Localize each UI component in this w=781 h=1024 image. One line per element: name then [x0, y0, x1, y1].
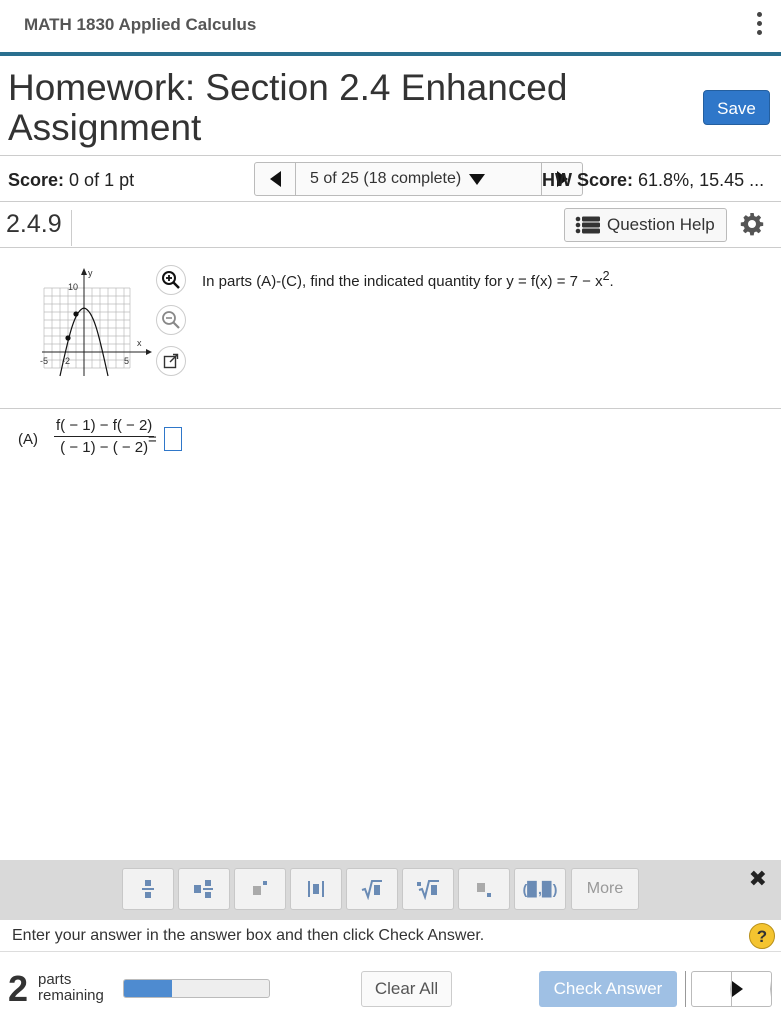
parts-label-line2: remaining [38, 987, 104, 1004]
absolute-value-icon [308, 881, 324, 897]
mixed-number-icon [194, 880, 213, 898]
answer-input[interactable] [164, 427, 182, 451]
arrow-left-icon [269, 171, 281, 187]
divider [685, 971, 686, 1007]
homework-header: Homework: Section 2.4 Enhanced Assignmen… [0, 60, 781, 156]
zoom-in-button[interactable] [156, 265, 186, 295]
question-select-dropdown[interactable]: 5 of 25 (18 complete) [296, 163, 542, 195]
question-prompt-text: In parts (A)-(C), find the indicated qua… [202, 273, 603, 290]
exponent-button[interactable] [234, 868, 286, 910]
zoom-out-icon [162, 311, 180, 329]
graph-x-label: x [137, 338, 142, 348]
part-label: (A) [18, 431, 38, 448]
footer-question-nav [691, 971, 772, 1007]
instructions-bar: Enter your answer in the answer box and … [0, 920, 781, 952]
part-a: (A) f( − 1) − f( − 2) ( − 1) − ( − 2) = [18, 417, 318, 467]
clear-all-button[interactable]: Clear All [361, 971, 452, 1007]
zoom-in-icon [162, 271, 180, 289]
parts-remaining-label: parts remaining [38, 972, 104, 1004]
subscript-button[interactable] [458, 868, 510, 910]
square-root-icon [361, 880, 382, 900]
instructions-text: Enter your answer in the answer box and … [12, 927, 485, 944]
kebab-menu-icon[interactable] [755, 12, 763, 42]
previous-question-button[interactable] [255, 163, 296, 195]
question-navigator: 5 of 25 (18 complete) [254, 162, 583, 196]
interval-button[interactable]: (▉,▉) [514, 868, 566, 910]
help-icon[interactable]: ? [749, 923, 775, 949]
question-position: 5 of 25 (18 complete) [310, 170, 462, 187]
exponent-icon [253, 881, 267, 895]
graph-x-tick: -2 [62, 356, 70, 366]
score-label: Score: [8, 170, 65, 190]
external-link-icon [163, 353, 179, 369]
list-icon [575, 216, 600, 234]
popout-button[interactable] [156, 346, 186, 376]
fraction-numerator: f( − 1) − f( − 2) [54, 417, 155, 437]
course-title: MATH 1830 Applied Calculus [24, 15, 257, 34]
parts-label-line1: parts [38, 971, 72, 988]
next-question-button[interactable] [732, 972, 771, 1006]
absolute-value-button[interactable] [290, 868, 342, 910]
check-answer-button[interactable]: Check Answer [539, 971, 677, 1007]
fraction-denominator: ( − 1) − ( − 2) [60, 439, 149, 456]
prompt-period: . [609, 273, 614, 290]
function-graph[interactable]: y x 10 -5 -2 5 [38, 265, 156, 380]
question-help-label: Question Help [607, 215, 715, 234]
question-area: y x 10 -5 -2 5 In parts (A)-(C), find th… [0, 249, 781, 409]
fraction-button[interactable] [122, 868, 174, 910]
hw-score-label: HW Score: [542, 170, 634, 190]
hw-score-value: 61.8%, 15.45 ... [638, 170, 765, 190]
zoom-out-button[interactable] [156, 305, 186, 335]
question-prompt: In parts (A)-(C), find the indicated qua… [202, 269, 614, 290]
question-number: 2.4.9 [6, 210, 72, 246]
score-bar: Score: 0 of 1 pt 5 of 25 (18 complete) H… [0, 157, 781, 202]
top-bar: MATH 1830 Applied Calculus [0, 0, 781, 56]
exponent: 2 [602, 269, 610, 283]
parts-remaining-count: 2 [8, 968, 29, 1009]
caret-down-icon [469, 173, 486, 185]
save-button[interactable]: Save [703, 90, 770, 125]
previous-question-button[interactable] [692, 972, 732, 1006]
progress-fill [124, 980, 172, 997]
arrow-right-icon [732, 981, 771, 997]
difference-quotient: f( − 1) − f( − 2) ( − 1) − ( − 2) [54, 417, 155, 456]
progress-bar [123, 979, 270, 998]
fraction-icon [142, 880, 154, 898]
more-button[interactable]: More [571, 868, 639, 910]
question-help-button[interactable]: Question Help [564, 208, 727, 242]
score-value: 0 of 1 pt [69, 170, 135, 190]
nth-root-button[interactable] [402, 868, 454, 910]
graph-y-tick: 10 [68, 282, 78, 292]
question-score: Score: 0 of 1 pt [8, 170, 134, 191]
math-toolbar: (▉,▉) More ✖ [0, 860, 781, 920]
arrow-left-icon [692, 981, 731, 997]
gear-icon[interactable] [740, 212, 764, 240]
square-root-button[interactable] [346, 868, 398, 910]
graph-y-label: y [88, 268, 93, 278]
hw-score: HW Score: 61.8%, 15.45 ... [542, 170, 764, 191]
page-title: Homework: Section 2.4 Enhanced Assignmen… [8, 67, 568, 148]
graph-x-tick: 5 [124, 356, 129, 366]
close-icon[interactable]: ✖ [749, 866, 767, 892]
equals-sign: = [148, 431, 157, 448]
question-bar: 2.4.9 Question Help [0, 203, 781, 248]
graph-x-tick: -5 [40, 356, 48, 366]
nth-root-icon [417, 880, 439, 900]
footer-bar: 2 parts remaining Clear All Check Answer [0, 953, 781, 1024]
mixed-number-button[interactable] [178, 868, 230, 910]
subscript-icon [477, 883, 491, 897]
